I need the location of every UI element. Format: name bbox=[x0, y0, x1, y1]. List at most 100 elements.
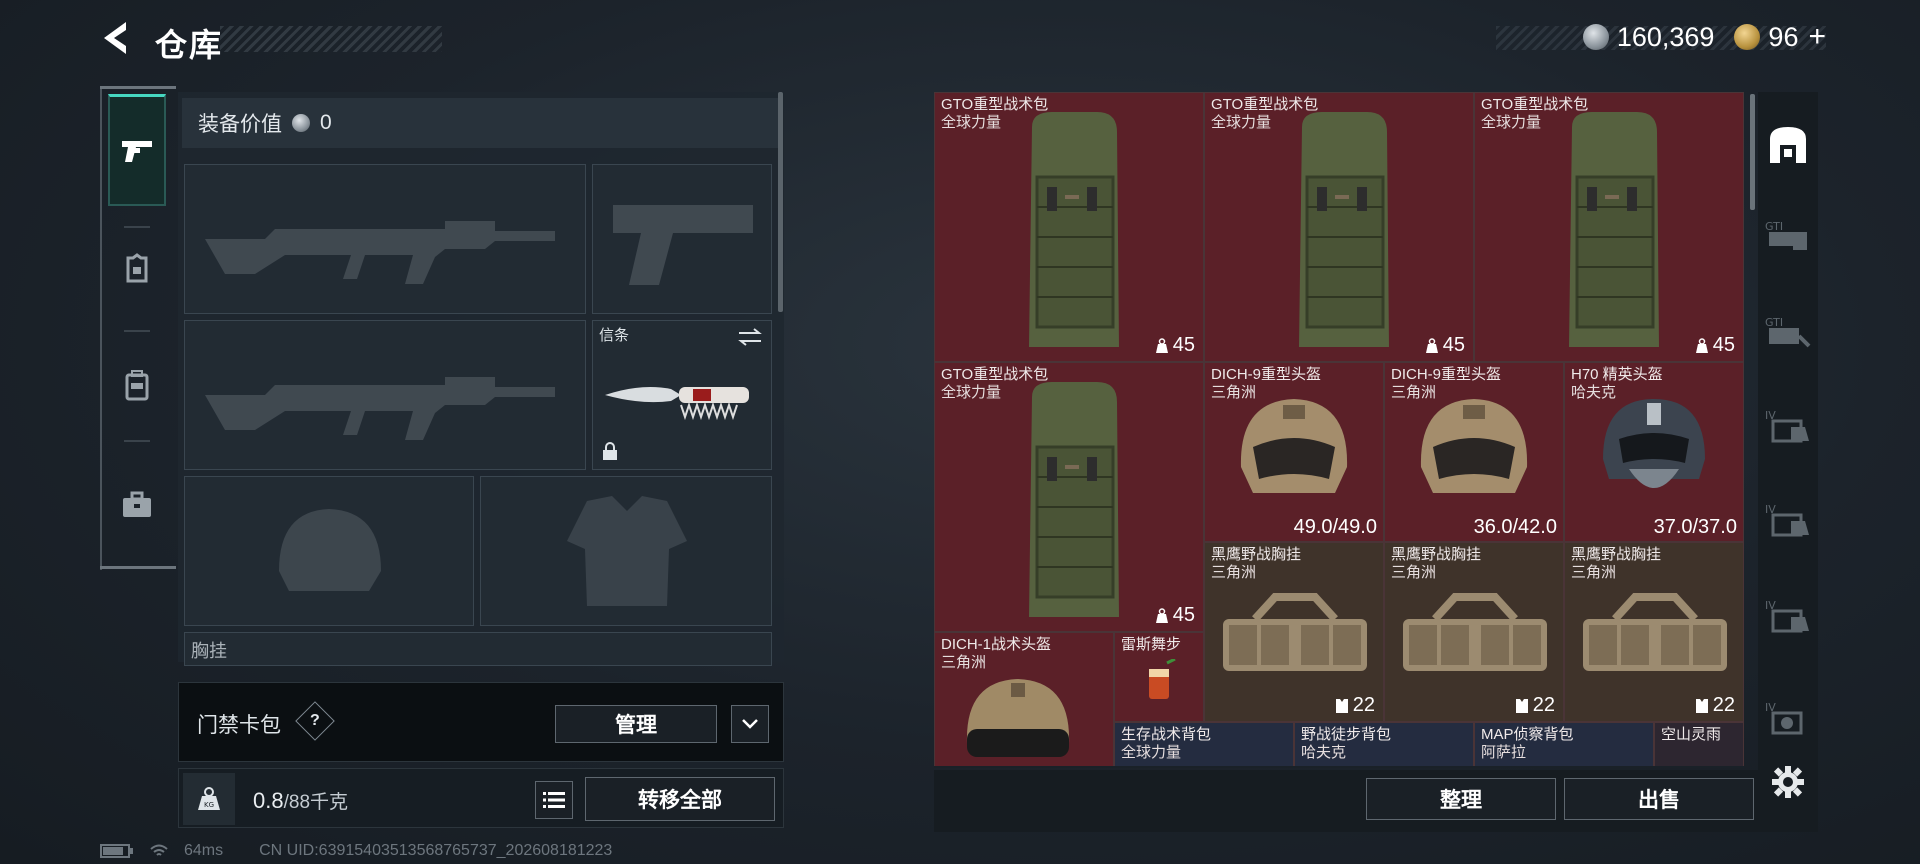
warehouse-item[interactable]: 野战徒步背包 哈夫克 bbox=[1294, 722, 1474, 766]
warehouse-item[interactable]: 雷斯舞步 bbox=[1114, 632, 1204, 722]
pistol-icon bbox=[122, 140, 152, 162]
battery-icon bbox=[100, 844, 133, 858]
weight-readout: 0.8/88千克 bbox=[253, 787, 348, 814]
rail-bottom-edge bbox=[100, 566, 176, 569]
helmet-item-icon bbox=[1420, 399, 1528, 493]
gear-icon bbox=[1772, 766, 1804, 798]
vest-small-icon bbox=[1335, 698, 1348, 713]
warehouse-tab-1[interactable]: GTI bbox=[1762, 210, 1814, 262]
item-faction: 全球力量 bbox=[941, 384, 1002, 401]
item-faction: 阿萨拉 bbox=[1481, 744, 1527, 761]
melee-slot[interactable]: 信条 bbox=[592, 320, 772, 470]
primary-weapon-slot[interactable] bbox=[184, 164, 586, 314]
chest-rig-slot[interactable]: 胸挂 bbox=[184, 632, 772, 666]
rifle-silhouette-icon bbox=[205, 221, 555, 284]
helmet-silhouette-icon bbox=[279, 509, 381, 591]
rail-top-edge bbox=[100, 86, 176, 89]
item-weight: 45 bbox=[1155, 334, 1195, 357]
backpack-icon bbox=[125, 370, 149, 401]
item-name: 空山灵雨 bbox=[1661, 726, 1722, 743]
armor-silhouette-icon bbox=[567, 496, 687, 606]
loadout-scrollbar[interactable] bbox=[778, 92, 783, 312]
warehouse-item[interactable]: MAP侦察背包 阿萨拉 bbox=[1474, 722, 1654, 766]
gold-coin-icon bbox=[1734, 24, 1761, 50]
swap-icon[interactable] bbox=[737, 327, 763, 347]
rail-armor-tab[interactable] bbox=[108, 240, 166, 298]
item-faction: 三角洲 bbox=[1211, 564, 1257, 581]
item-name: 生存战术背包 bbox=[1121, 726, 1212, 743]
gold-currency[interactable]: 96 + bbox=[1734, 20, 1826, 54]
item-faction: 全球力量 bbox=[1481, 114, 1542, 131]
helmet-slot[interactable] bbox=[184, 476, 474, 626]
warehouse-item[interactable]: 黑鹰野战胸挂 三角洲 22 bbox=[1204, 542, 1384, 722]
item-name: DICH-9重型头盔 bbox=[1211, 366, 1322, 383]
helmet-item-icon bbox=[1240, 399, 1348, 493]
warehouse-item[interactable]: H70 精英头盔 哈夫克 37.0/37.0 bbox=[1564, 362, 1744, 542]
item-weight: 45 bbox=[1155, 604, 1195, 627]
warehouse-tab-2[interactable]: GTI bbox=[1762, 306, 1814, 358]
chest-rig-item-icon bbox=[1223, 593, 1367, 671]
warehouse-tab-4[interactable]: IV bbox=[1762, 494, 1814, 546]
warehouse-tab-5[interactable]: IV bbox=[1762, 590, 1814, 642]
weight-small-icon bbox=[1155, 337, 1168, 353]
silver-coin-icon bbox=[1582, 24, 1609, 50]
backpack-item-icon bbox=[1029, 382, 1119, 617]
warehouse-item[interactable]: DICH-9重型头盔 三角洲 49.0/49.0 bbox=[1204, 362, 1384, 542]
item-durability: 49.0/49.0 bbox=[1293, 516, 1377, 538]
list-view-button[interactable] bbox=[535, 781, 573, 819]
back-arrow-icon[interactable] bbox=[98, 18, 138, 58]
warehouse-tab-3[interactable]: IV bbox=[1762, 400, 1814, 452]
storage-tab-icon: GTI bbox=[1765, 220, 1807, 250]
warehouse-tab-all[interactable] bbox=[1762, 118, 1814, 170]
warehouse-item[interactable]: 黑鹰野战胸挂 三角洲 22 bbox=[1384, 542, 1564, 722]
secondary-weapon-slot[interactable] bbox=[592, 164, 772, 314]
warehouse-item[interactable]: GTO重型战术包 全球力量 45 bbox=[934, 362, 1204, 632]
warehouse-item[interactable]: GTO重型战术包 全球力量 45 bbox=[934, 92, 1204, 362]
rail-backpack-tab[interactable] bbox=[108, 356, 166, 414]
weight-icon: KG bbox=[183, 773, 235, 825]
warehouse-item[interactable]: DICH-1战术头盔 三角洲 bbox=[934, 632, 1114, 766]
rail-weapon-tab[interactable] bbox=[108, 94, 166, 206]
help-icon[interactable]: ? bbox=[295, 701, 335, 741]
weight-bar: KG 0.8/88千克 转移全部 bbox=[178, 768, 784, 828]
list-icon bbox=[543, 792, 565, 808]
silver-currency[interactable]: 160,369 bbox=[1582, 22, 1714, 53]
rail-case-tab[interactable] bbox=[108, 476, 166, 534]
user-uid: CN UID:63915403513568765737_202608181223 bbox=[259, 842, 613, 859]
warehouse-item[interactable]: GTO重型战术包 全球力量 45 bbox=[1204, 92, 1474, 362]
title-decoration bbox=[220, 26, 442, 52]
weight-max: /88千克 bbox=[283, 792, 349, 813]
equipment-value: 0 bbox=[320, 111, 332, 134]
settings-button[interactable] bbox=[1762, 756, 1814, 808]
pistol-silhouette-icon bbox=[613, 205, 753, 285]
sort-button[interactable]: 整理 bbox=[1366, 778, 1556, 820]
warehouse-item[interactable]: GTO重型战术包 全球力量 45 bbox=[1474, 92, 1744, 362]
warehouse-tab-6[interactable]: IV bbox=[1762, 692, 1814, 744]
weight-small-icon bbox=[1155, 607, 1168, 623]
armor-icon bbox=[126, 253, 148, 283]
melee-slot-label: 信条 bbox=[599, 327, 630, 344]
item-durability: 36.0/42.0 bbox=[1473, 516, 1557, 538]
vest-small-icon bbox=[1515, 698, 1528, 713]
equipment-value-label: 装备价值 bbox=[198, 113, 282, 136]
gold-plus-button[interactable]: + bbox=[1808, 20, 1826, 54]
item-weight: 45 bbox=[1425, 334, 1465, 357]
chevron-down-icon bbox=[742, 719, 758, 729]
transfer-all-button[interactable]: 转移全部 bbox=[585, 777, 775, 821]
top-bar: 仓库 160,369 96 + bbox=[0, 0, 1920, 80]
backpack-item-icon bbox=[1029, 112, 1119, 347]
sell-button[interactable]: 出售 bbox=[1564, 778, 1754, 820]
item-name: 黑鹰野战胸挂 bbox=[1391, 546, 1482, 563]
manage-button[interactable]: 管理 bbox=[555, 705, 717, 743]
knife-icon bbox=[605, 387, 749, 421]
warehouse-item[interactable]: 生存战术背包 全球力量 bbox=[1114, 722, 1294, 766]
backpack-item-icon bbox=[1569, 112, 1659, 347]
warehouse-item[interactable]: DICH-9重型头盔 三角洲 36.0/42.0 bbox=[1384, 362, 1564, 542]
dropdown-button[interactable] bbox=[731, 705, 769, 743]
warehouse-item[interactable]: 空山灵雨 bbox=[1654, 722, 1744, 766]
body-armor-slot[interactable] bbox=[480, 476, 772, 626]
warehouse-scrollbar[interactable] bbox=[1750, 94, 1755, 210]
warehouse-item[interactable]: 黑鹰野战胸挂 三角洲 22 bbox=[1564, 542, 1744, 722]
primary-weapon-slot-2[interactable] bbox=[184, 320, 586, 470]
item-faction: 三角洲 bbox=[1571, 564, 1617, 581]
